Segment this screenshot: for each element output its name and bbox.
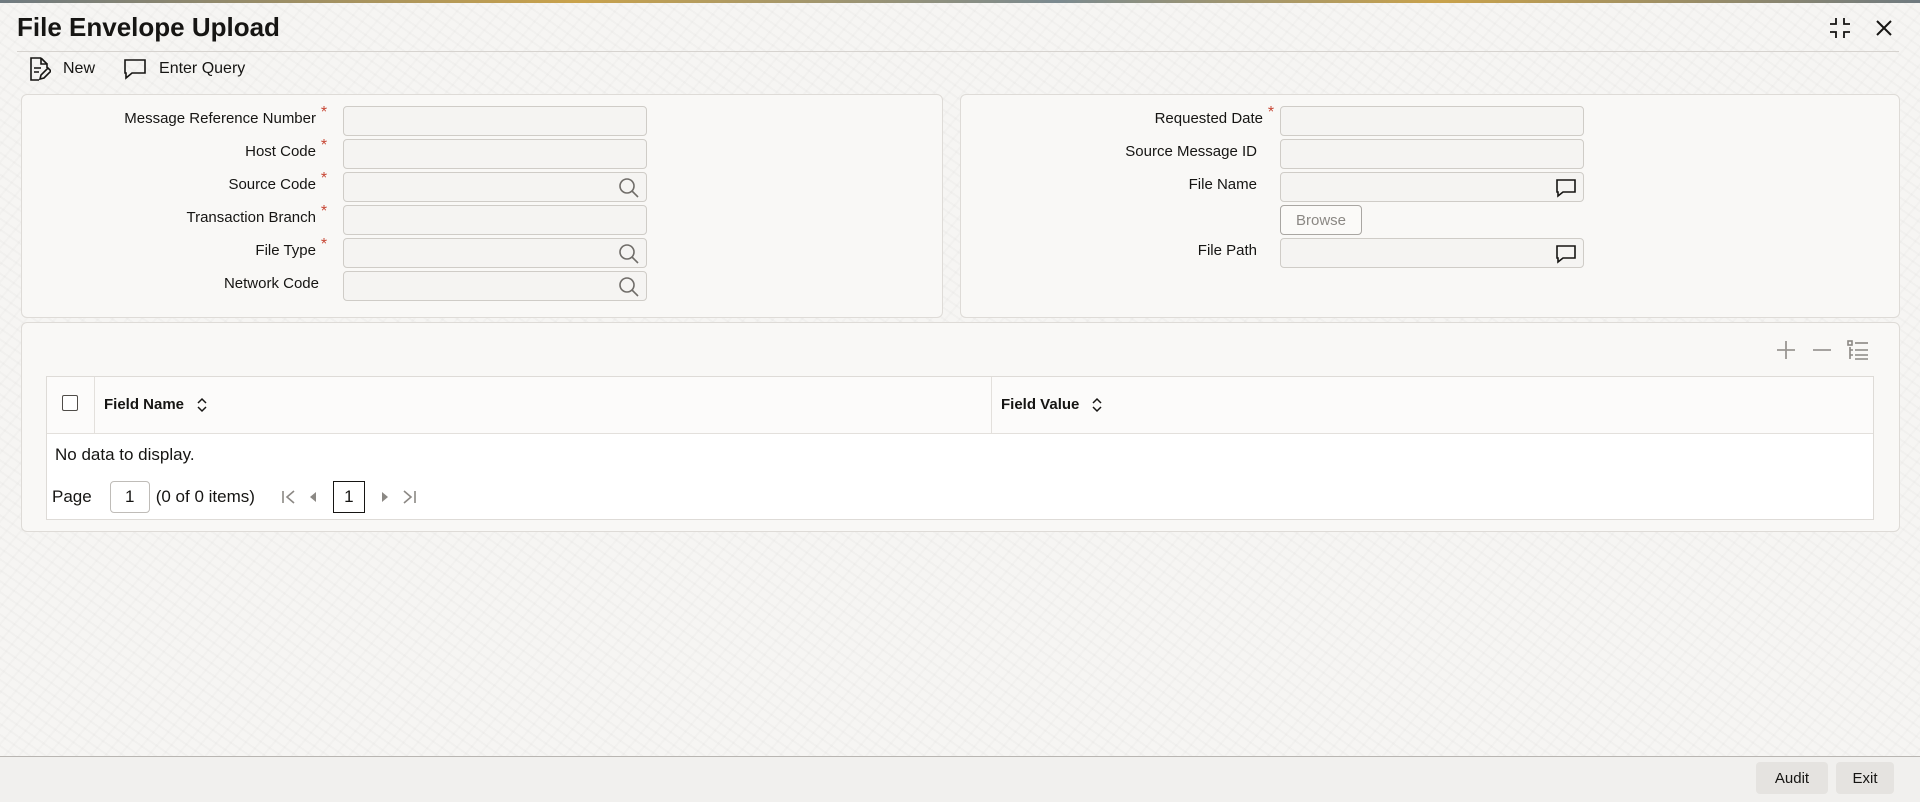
column-header-field-value[interactable]: Field Value	[1001, 396, 1103, 413]
enter-query-button[interactable]: Enter Query	[123, 55, 245, 83]
page-title: File Envelope Upload	[17, 12, 280, 42]
first-page-icon[interactable]	[277, 488, 301, 506]
exit-button[interactable]: Exit	[1836, 762, 1894, 794]
select-all-checkbox[interactable]	[62, 395, 78, 411]
search-icon[interactable]	[618, 276, 640, 298]
current-page-button[interactable]: 1	[332, 481, 365, 513]
search-icon[interactable]	[618, 177, 640, 199]
column-divider	[991, 377, 992, 433]
enter-query-label: Enter Query	[159, 60, 246, 77]
label-file-path: File Path	[1197, 241, 1257, 259]
sort-icon[interactable]	[1091, 397, 1103, 413]
field-table: Field Name Field Value No data to displa…	[46, 376, 1874, 520]
requested-date-input[interactable]	[1280, 106, 1584, 136]
source-message-id-input[interactable]	[1280, 139, 1584, 169]
new-button[interactable]: New	[27, 55, 95, 83]
column-header-label: Field Value	[1001, 396, 1080, 413]
items-count: (0 of 0 items)	[155, 487, 255, 506]
label-source-message-id: Source Message ID	[1125, 142, 1257, 160]
host-code-input[interactable]	[343, 139, 647, 169]
prev-page-icon[interactable]	[301, 490, 325, 504]
row-source-code: Source Code *	[22, 169, 332, 199]
right-form-panel: Requested Date * Source Message ID File …	[960, 94, 1900, 318]
next-page-icon[interactable]	[373, 490, 397, 504]
row-network-code: Network Code	[22, 268, 319, 298]
new-document-icon	[30, 57, 51, 81]
required-mark: *	[320, 203, 328, 220]
required-mark: *	[320, 236, 328, 253]
page-input[interactable]: 1	[109, 481, 150, 513]
row-transaction-branch: Transaction Branch *	[22, 202, 332, 232]
row-message-reference-number: Message Reference Number *	[22, 103, 332, 133]
page-label: Page	[52, 487, 92, 506]
required-mark: *	[1267, 104, 1275, 121]
file-type-input[interactable]	[343, 238, 647, 268]
column-divider	[94, 377, 95, 433]
label-message-reference-number: Message Reference Number	[124, 109, 316, 127]
close-icon[interactable]	[1870, 14, 1898, 42]
new-button-label: New	[63, 60, 96, 77]
maximize-icon[interactable]	[1826, 14, 1854, 42]
message-bubble-icon[interactable]	[1555, 177, 1577, 199]
row-host-code: Host Code *	[22, 136, 332, 166]
grid-toolbar	[1774, 338, 1870, 367]
label-requested-date: Requested Date	[1154, 109, 1263, 127]
file-path-input[interactable]	[1280, 238, 1584, 268]
row-source-message-id: Source Message ID	[961, 136, 1257, 166]
left-form-panel: Message Reference Number * Host Code * S…	[21, 94, 943, 318]
remove-row-icon[interactable]	[1810, 338, 1834, 367]
message-bubble-icon[interactable]	[1555, 243, 1577, 265]
label-transaction-branch: Transaction Branch	[186, 208, 316, 226]
row-file-path: File Path	[961, 235, 1257, 265]
column-header-label: Field Name	[104, 396, 185, 413]
label-file-name: File Name	[1188, 175, 1257, 193]
required-mark: *	[320, 104, 328, 121]
last-page-icon[interactable]	[397, 488, 421, 506]
column-header-field-name[interactable]: Field Name	[104, 396, 208, 413]
network-code-input[interactable]	[343, 271, 647, 301]
label-network-code: Network Code	[223, 274, 319, 292]
transaction-branch-input[interactable]	[343, 205, 647, 235]
top-decorative-strip	[0, 0, 1920, 3]
pagination: Page 1 (0 of 0 items) 1	[52, 481, 421, 513]
title-divider	[17, 51, 1899, 52]
file-name-input[interactable]	[1280, 172, 1584, 202]
list-view-icon[interactable]	[1846, 338, 1870, 367]
sort-icon[interactable]	[196, 397, 208, 413]
add-row-icon[interactable]	[1774, 338, 1798, 367]
label-host-code: Host Code	[245, 142, 316, 160]
row-file-name: File Name	[961, 169, 1257, 199]
label-source-code: Source Code	[228, 175, 316, 193]
empty-message: No data to display.	[55, 445, 195, 464]
query-bubble-icon	[124, 59, 146, 80]
row-requested-date: Requested Date *	[961, 103, 1279, 133]
message-reference-number-input[interactable]	[343, 106, 647, 136]
required-mark: *	[320, 170, 328, 187]
window-controls	[1826, 14, 1898, 42]
table-header: Field Name Field Value	[47, 377, 1873, 434]
audit-button[interactable]: Audit	[1756, 762, 1828, 794]
source-code-input[interactable]	[343, 172, 647, 202]
search-icon[interactable]	[618, 243, 640, 265]
required-mark: *	[320, 137, 328, 154]
footer-bar: Audit Exit	[0, 757, 1920, 802]
toolbar: New Enter Query	[27, 55, 245, 83]
browse-button[interactable]: Browse	[1280, 205, 1362, 235]
label-file-type: File Type	[255, 241, 316, 259]
row-file-type: File Type *	[22, 235, 332, 265]
